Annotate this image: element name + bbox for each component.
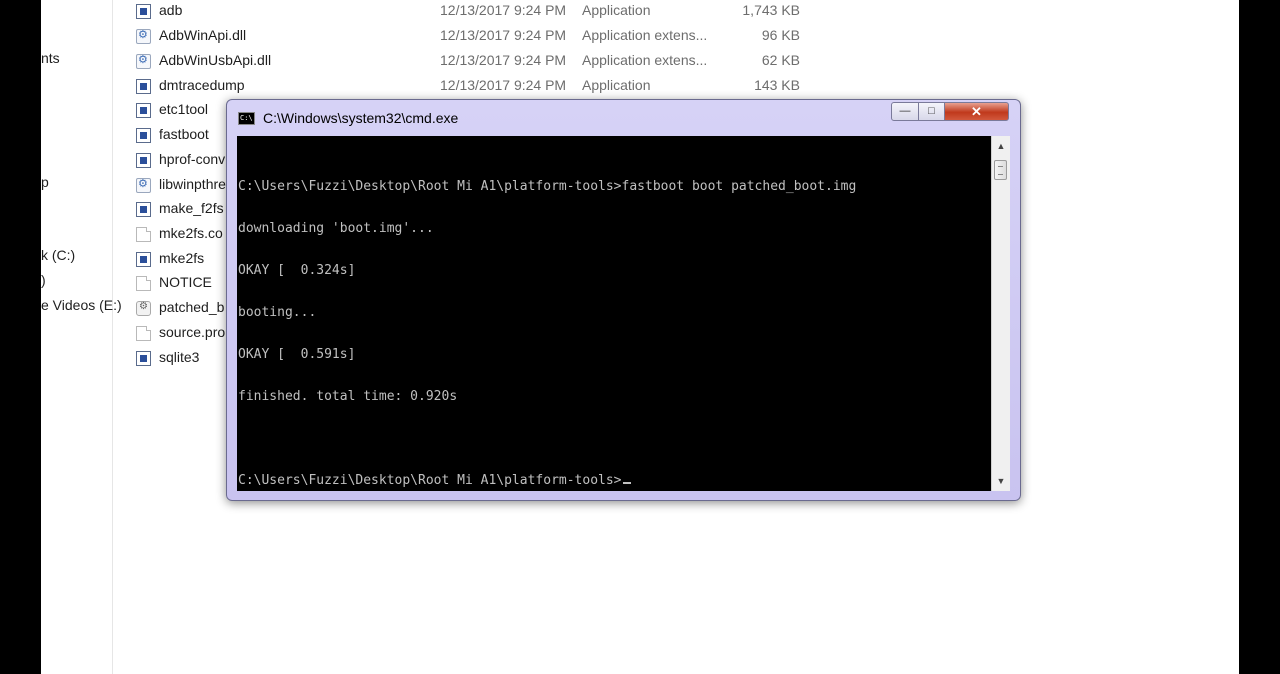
console-text: C:\Users\Fuzzi\Desktop\Root Mi A1\platfo… bbox=[238, 152, 856, 491]
file-icon bbox=[136, 227, 151, 242]
text-cursor bbox=[622, 482, 631, 484]
file-date: 12/13/2017 9:24 PM bbox=[440, 27, 567, 43]
file-name: AdbWinApi.dll bbox=[159, 27, 247, 43]
close-button[interactable]: ✕ bbox=[944, 102, 1009, 121]
app-icon bbox=[136, 79, 151, 94]
nav-item-local-disk-c[interactable]: k (C:) bbox=[41, 247, 75, 263]
file-size: 1,743 KB bbox=[742, 2, 800, 18]
app-icon bbox=[136, 202, 151, 217]
file-name: etc1tool bbox=[159, 101, 209, 117]
file-row[interactable]: AdbWinUsbApi.dll 12/13/2017 9:24 PM Appl… bbox=[133, 50, 853, 75]
cmd-window[interactable]: C:\ C:\Windows\system32\cmd.exe — □ ✕ C:… bbox=[226, 99, 1021, 501]
file-name: adb bbox=[159, 2, 183, 18]
file-size: 96 KB bbox=[761, 27, 800, 43]
console-line: OKAY [ 0.591s] bbox=[238, 347, 356, 362]
file-name: libwinpthre bbox=[159, 176, 226, 192]
file-name: hprof-conv bbox=[159, 151, 226, 167]
file-name: fastboot bbox=[159, 126, 209, 142]
window-title: C:\Windows\system32\cmd.exe bbox=[263, 110, 459, 126]
app-icon bbox=[136, 128, 151, 143]
app-icon bbox=[136, 103, 151, 118]
console-line: booting... bbox=[238, 305, 317, 320]
file-name: patched_b bbox=[159, 299, 225, 315]
navigation-pane: nts p k (C:) ) e Videos (E:) bbox=[41, 0, 122, 674]
maximize-button[interactable]: □ bbox=[918, 102, 945, 121]
app-icon bbox=[136, 351, 151, 366]
file-date: 12/13/2017 9:24 PM bbox=[440, 52, 567, 68]
file-size: 62 KB bbox=[761, 52, 800, 68]
app-icon bbox=[136, 252, 151, 267]
file-name: sqlite3 bbox=[159, 349, 200, 365]
scrollbar-thumb[interactable] bbox=[994, 160, 1007, 180]
file-size: 143 KB bbox=[754, 77, 800, 93]
app-icon bbox=[136, 153, 151, 168]
file-name: AdbWinUsbApi.dll bbox=[159, 52, 272, 68]
nav-item-videos-e[interactable]: e Videos (E:) bbox=[41, 297, 122, 313]
nav-item-drive-d[interactable]: ) bbox=[41, 272, 46, 288]
app-icon bbox=[136, 4, 151, 19]
file-name: dmtracedump bbox=[159, 77, 245, 93]
dll-icon bbox=[136, 28, 151, 44]
file-icon bbox=[136, 276, 151, 291]
file-type: Application bbox=[582, 2, 651, 18]
file-name: mke2fs.co bbox=[159, 225, 223, 241]
nav-item-desktop[interactable]: p bbox=[41, 174, 49, 190]
file-name: NOTICE bbox=[159, 274, 212, 290]
minimize-button[interactable]: — bbox=[891, 102, 919, 121]
file-type: Application bbox=[582, 77, 651, 93]
screen-area: nts p k (C:) ) e Videos (E:) adb 12/13/2… bbox=[41, 0, 1239, 674]
file-row[interactable]: dmtracedump 12/13/2017 9:24 PM Applicati… bbox=[133, 75, 853, 100]
title-bar[interactable]: C:\ C:\Windows\system32\cmd.exe — □ ✕ bbox=[227, 100, 1020, 136]
scroll-up-arrow-icon[interactable]: ▲ bbox=[992, 138, 1010, 154]
console-prompt-line[interactable]: C:\Users\Fuzzi\Desktop\Root Mi A1\platfo… bbox=[238, 474, 856, 488]
console-output[interactable]: C:\Users\Fuzzi\Desktop\Root Mi A1\platfo… bbox=[237, 136, 991, 491]
file-type: Application extens... bbox=[582, 27, 708, 43]
file-name: source.pro bbox=[159, 324, 226, 340]
file-date: 12/13/2017 9:24 PM bbox=[440, 2, 567, 18]
file-name: mke2fs bbox=[159, 250, 205, 266]
console-line: OKAY [ 0.324s] bbox=[238, 263, 356, 278]
nav-item-documents[interactable]: nts bbox=[41, 50, 60, 66]
console-prompt: C:\Users\Fuzzi\Desktop\Root Mi A1\platfo… bbox=[238, 473, 622, 488]
console-line: downloading 'boot.img'... bbox=[238, 221, 434, 236]
file-date: 12/13/2017 9:24 PM bbox=[440, 77, 567, 93]
console-line: C:\Users\Fuzzi\Desktop\Root Mi A1\platfo… bbox=[238, 179, 857, 194]
file-type: Application extens... bbox=[582, 52, 708, 68]
dll-icon bbox=[136, 53, 151, 69]
image-file-icon bbox=[136, 301, 151, 316]
vertical-scrollbar[interactable]: ▲ ▼ bbox=[991, 136, 1010, 491]
dll-icon bbox=[136, 177, 151, 193]
file-row[interactable]: adb 12/13/2017 9:24 PM Application 1,743… bbox=[133, 0, 853, 25]
console-line: finished. total time: 0.920s bbox=[238, 389, 458, 404]
file-icon bbox=[136, 326, 151, 341]
file-name: make_f2fs bbox=[159, 200, 224, 216]
file-row[interactable]: AdbWinApi.dll 12/13/2017 9:24 PM Applica… bbox=[133, 25, 853, 50]
scroll-down-arrow-icon[interactable]: ▼ bbox=[992, 473, 1010, 489]
cmd-icon: C:\ bbox=[238, 112, 255, 125]
